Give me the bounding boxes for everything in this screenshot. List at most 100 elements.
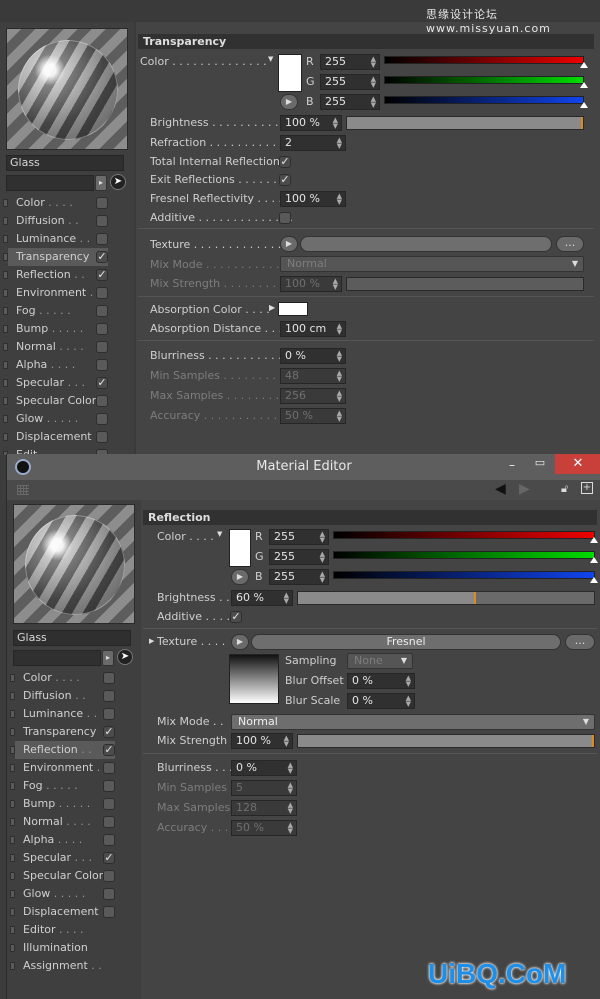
back-arrow-icon[interactable]: ◀: [495, 481, 506, 497]
sidebar-checkbox-specular[interactable]: ✓: [96, 377, 108, 389]
sidebar-item-transparency[interactable]: Transparency: [8, 248, 108, 266]
sidebar-item-color[interactable]: Color . . . .: [15, 669, 115, 687]
sidebar-checkbox-reflection[interactable]: ✓: [96, 269, 108, 281]
bottom-texture-play-button[interactable]: ▶: [231, 634, 249, 650]
bottom-g-field[interactable]: 255 ▲ ▼: [269, 549, 329, 565]
sidebar-checkbox-specular-color[interactable]: [103, 870, 115, 882]
bottom-texture-slot[interactable]: Fresnel: [251, 634, 561, 650]
window-title-bar[interactable]: Material Editor – ▭ ✕: [7, 454, 600, 480]
top-refraction-field[interactable]: 2 ▲ ▼: [280, 135, 346, 151]
bottom-blur-scale-field[interactable]: 0 % ▲ ▼: [347, 693, 415, 709]
sidebar-item-reflection[interactable]: Reflection . .: [8, 266, 108, 284]
bottom-g-slider[interactable]: [333, 551, 595, 559]
bottom-b-field[interactable]: 255 ▲ ▼: [269, 569, 329, 585]
top-b-slider[interactable]: [384, 96, 584, 104]
toolbar-grip-icon[interactable]: [17, 485, 29, 495]
top-color-play-button[interactable]: ▶: [280, 94, 298, 110]
bottom-accuracy-field[interactable]: 50 % ▲ ▼: [231, 820, 297, 836]
top-mixmode-dropdown[interactable]: Normal ▼: [280, 256, 584, 272]
top-r-field[interactable]: 255 ▲ ▼: [320, 54, 380, 70]
bottom-color-dropdown-icon[interactable]: ▼: [217, 530, 222, 538]
sidebar-checkbox-specular-color[interactable]: [96, 395, 108, 407]
sidebar-item-bump[interactable]: Bump . . . . .: [15, 795, 115, 813]
bottom-color-swatch[interactable]: [229, 529, 251, 567]
sidebar-checkbox-normal[interactable]: [103, 816, 115, 828]
top-r-slider-handle[interactable]: [580, 62, 588, 68]
bottom-r-slider[interactable]: [333, 531, 595, 539]
sidebar-item-alpha[interactable]: Alpha . . . .: [15, 831, 115, 849]
top-brightness-field[interactable]: 100 % ▲ ▼: [280, 115, 342, 131]
bottom-blurriness-field[interactable]: 0 % ▲ ▼: [231, 760, 297, 776]
sidebar-item-fog[interactable]: Fog . . . . .: [15, 777, 115, 795]
sidebar-item-diffusion[interactable]: Diffusion . .: [15, 687, 115, 705]
sidebar-item-normal[interactable]: Normal . . . .: [15, 813, 115, 831]
sidebar-item-bump[interactable]: Bump . . . . .: [8, 320, 108, 338]
top-mixstrength-slider[interactable]: [346, 277, 584, 291]
bottom-material-name[interactable]: Glass: [13, 630, 131, 646]
sidebar-checkbox-reflection[interactable]: ✓: [103, 744, 115, 756]
sidebar-item-alpha[interactable]: Alpha . . . .: [8, 356, 108, 374]
top-texture-play-button[interactable]: ▶: [280, 236, 298, 252]
top-g-slider[interactable]: [384, 76, 584, 84]
absorption-arrow-icon[interactable]: ▶: [269, 303, 275, 312]
bottom-sampling-dropdown[interactable]: None ▼: [347, 653, 413, 669]
bottom-r-field[interactable]: 255 ▲ ▼: [269, 529, 329, 545]
sidebar-item-assignment[interactable]: Assignment . .: [15, 957, 115, 975]
sidebar-item-luminance[interactable]: Luminance . .: [8, 230, 108, 248]
sidebar-checkbox-glow[interactable]: [103, 888, 115, 900]
color-dropdown-arrow-icon[interactable]: ▼: [268, 55, 273, 63]
sidebar-item-specular[interactable]: Specular . . .: [8, 374, 108, 392]
sidebar-checkbox-luminance[interactable]: [103, 708, 115, 720]
sidebar-item-glow[interactable]: Glow . . . . .: [15, 885, 115, 903]
bottom-mixstrength-slider[interactable]: [297, 734, 595, 748]
sidebar-item-normal[interactable]: Normal . . . .: [8, 338, 108, 356]
bottom-brightness-slider[interactable]: [297, 591, 595, 605]
top-exit-checkbox[interactable]: ✓: [279, 174, 291, 186]
bottom-min-samples-field[interactable]: 5 ▲ ▼: [231, 780, 297, 796]
top-tir-checkbox[interactable]: ✓: [279, 156, 291, 168]
sidebar-checkbox-color[interactable]: [103, 672, 115, 684]
sidebar-checkbox-glow[interactable]: [96, 413, 108, 425]
texture-expand-arrow-icon[interactable]: ▶: [149, 637, 154, 645]
sidebar-item-reflection[interactable]: Reflection . .: [15, 741, 115, 759]
bottom-material-filter-input[interactable]: [13, 650, 101, 666]
sidebar-checkbox-environment[interactable]: [96, 287, 108, 299]
top-filter-arrow-button[interactable]: ▸: [95, 175, 107, 191]
top-r-slider[interactable]: [384, 56, 584, 64]
close-button[interactable]: ✕: [555, 454, 600, 474]
top-picker-cursor-icon[interactable]: ➤: [110, 174, 126, 190]
top-g-field[interactable]: 255 ▲ ▼: [320, 74, 380, 90]
top-texture-slot[interactable]: [300, 236, 552, 252]
minimize-button[interactable]: –: [501, 458, 523, 472]
sidebar-item-environment[interactable]: Environment .: [8, 284, 108, 302]
top-texture-more-button[interactable]: ...: [556, 236, 584, 252]
forward-arrow-icon[interactable]: ▶: [519, 481, 530, 497]
bottom-mixmode-dropdown[interactable]: Normal ▼: [231, 714, 595, 730]
sidebar-item-displacement[interactable]: Displacement: [8, 428, 108, 446]
bottom-r-slider-handle[interactable]: [590, 537, 598, 543]
maximize-button[interactable]: ▭: [529, 456, 551, 470]
sidebar-item-environment[interactable]: Environment .: [15, 759, 115, 777]
top-absorption-swatch[interactable]: [278, 302, 308, 316]
lock-icon[interactable]: 🔓︎: [561, 482, 568, 496]
sidebar-checkbox-fog[interactable]: [96, 305, 108, 317]
top-max-samples-field[interactable]: 256 ▲ ▼: [280, 388, 346, 404]
sidebar-checkbox-transparency[interactable]: ✓: [103, 726, 115, 738]
sidebar-checkbox-transparency[interactable]: ✓: [96, 251, 108, 263]
bottom-picker-cursor-icon[interactable]: ➤: [117, 649, 133, 665]
sidebar-checkbox-alpha[interactable]: [103, 834, 115, 846]
top-g-slider-handle[interactable]: [580, 82, 588, 88]
sidebar-checkbox-bump[interactable]: [96, 323, 108, 335]
top-fresnel-field[interactable]: 100 % ▲ ▼: [280, 191, 346, 207]
sidebar-checkbox-luminance[interactable]: [96, 233, 108, 245]
sidebar-item-luminance[interactable]: Luminance . .: [15, 705, 115, 723]
bottom-g-slider-handle[interactable]: [590, 557, 598, 563]
bottom-color-play-button[interactable]: ▶: [231, 569, 249, 585]
sidebar-item-specular[interactable]: Specular . . .: [15, 849, 115, 867]
top-accuracy-field[interactable]: 50 % ▲ ▼: [280, 408, 346, 424]
sidebar-item-illumination[interactable]: Illumination: [15, 939, 115, 957]
top-material-name[interactable]: Glass: [6, 155, 124, 171]
sidebar-item-displacement[interactable]: Displacement: [15, 903, 115, 921]
bottom-filter-arrow-button[interactable]: ▸: [102, 650, 114, 666]
sidebar-checkbox-bump[interactable]: [103, 798, 115, 810]
